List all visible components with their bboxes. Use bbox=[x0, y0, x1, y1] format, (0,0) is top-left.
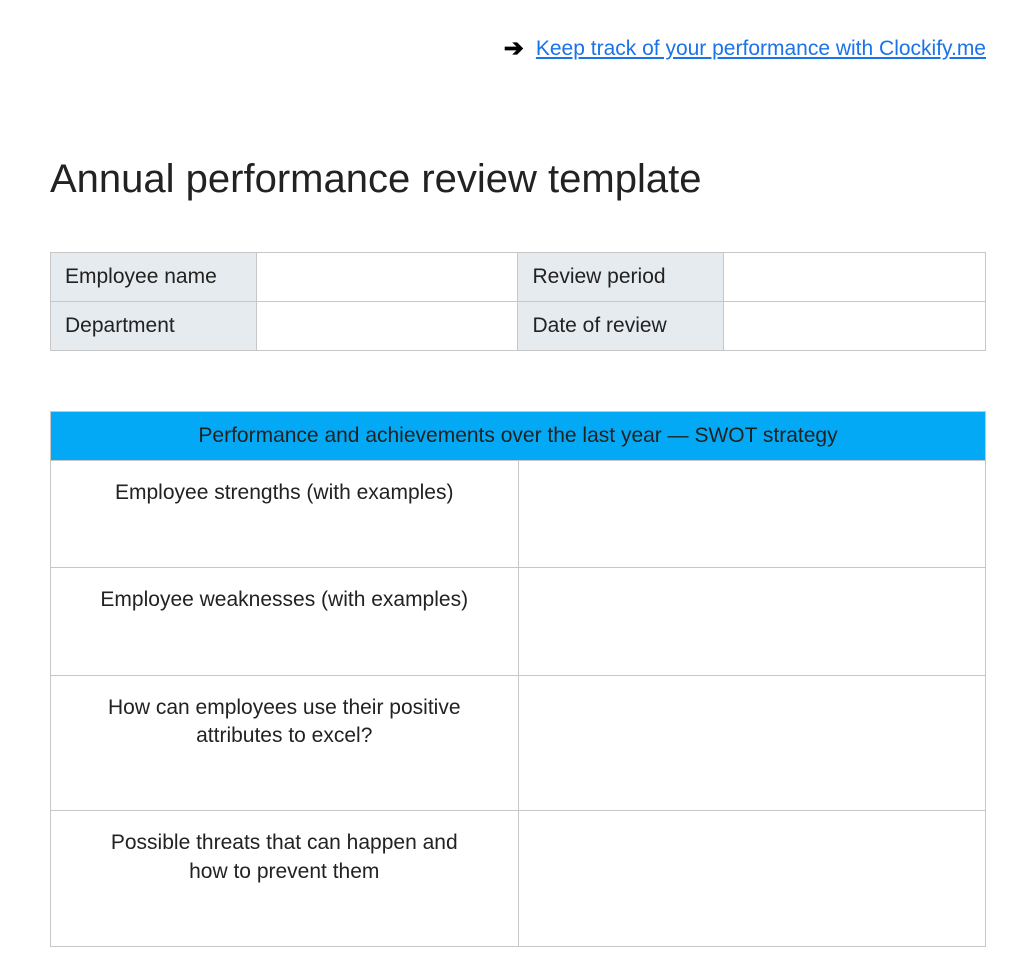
page-title: Annual performance review template bbox=[50, 157, 986, 202]
swot-threats-value[interactable] bbox=[518, 811, 986, 947]
swot-row: How can employees use their positive att… bbox=[51, 675, 986, 811]
swot-weaknesses-label: Employee weaknesses (with examples) bbox=[51, 568, 519, 675]
date-of-review-value[interactable] bbox=[724, 302, 986, 351]
swot-table: Performance and achievements over the la… bbox=[50, 411, 986, 947]
swot-row: Employee strengths (with examples) bbox=[51, 461, 986, 568]
review-period-value[interactable] bbox=[724, 253, 986, 302]
top-link-row: ➔ Keep track of your performance with Cl… bbox=[50, 30, 986, 67]
swot-strengths-value[interactable] bbox=[518, 461, 986, 568]
swot-opportunities-label: How can employees use their positive att… bbox=[51, 675, 519, 811]
arrow-right-icon: ➔ bbox=[504, 34, 524, 63]
employee-name-value[interactable] bbox=[256, 253, 518, 302]
clockify-link[interactable]: Keep track of your performance with Cloc… bbox=[536, 37, 986, 61]
swot-threats-label: Possible threats that can happen and how… bbox=[51, 811, 519, 947]
department-value[interactable] bbox=[256, 302, 518, 351]
employee-info-table: Employee name Review period Department D… bbox=[50, 252, 986, 351]
swot-opportunities-value[interactable] bbox=[518, 675, 986, 811]
review-period-label: Review period bbox=[518, 253, 724, 302]
date-of-review-label: Date of review bbox=[518, 302, 724, 351]
swot-strengths-label: Employee strengths (with examples) bbox=[51, 461, 519, 568]
info-row: Employee name Review period bbox=[51, 253, 986, 302]
swot-row: Employee weaknesses (with examples) bbox=[51, 568, 986, 675]
employee-name-label: Employee name bbox=[51, 253, 257, 302]
department-label: Department bbox=[51, 302, 257, 351]
swot-header: Performance and achievements over the la… bbox=[51, 412, 986, 461]
swot-row: Possible threats that can happen and how… bbox=[51, 811, 986, 947]
info-row: Department Date of review bbox=[51, 302, 986, 351]
swot-header-row: Performance and achievements over the la… bbox=[51, 412, 986, 461]
swot-weaknesses-value[interactable] bbox=[518, 568, 986, 675]
